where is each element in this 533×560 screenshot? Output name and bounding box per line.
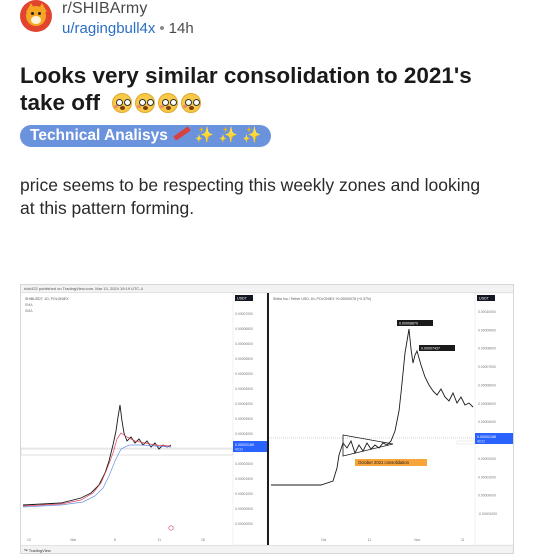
subreddit-avatar[interactable] [20,0,52,32]
left-x-tick: 10 [27,538,31,542]
left-currency-label: USDT [237,297,248,301]
pane-divider [267,293,269,545]
left-axis-tick: 0.00001000 [235,492,253,496]
left-axis-tick: 0.00000000 [235,522,253,526]
right-axis-tick: -0.00001000 [478,512,497,516]
left-axis-tick: 0.00003500 [235,417,253,421]
left-indicator-label: SMA [25,309,33,313]
left-axis-tick: 0.00006000 [235,342,253,346]
left-axis-tick: 0.00005500 [235,357,253,361]
flair-label: Technical Analisys [30,127,168,144]
left-axis-tick: 0.00004500 [235,387,253,391]
right-axis-tick: 0.00004000 [478,420,496,424]
avatar-eye [38,12,41,15]
left-axis-tick: 0.00006500 [235,327,253,331]
right-axis-tick: 0.00008000 [478,347,496,351]
post-body: price seems to be respecting this weekly… [20,175,481,218]
right-axis-tick: 0.00010000 [478,310,496,314]
chart-image[interactable]: ricki422 published on TradingView.com, M… [20,284,514,554]
right-price-tag-value: 0.00002168 [477,435,496,439]
post-title-text: Looks very similar consolidation to 2021… [20,63,472,115]
chart-footer: ⁰⁸ TradingView [21,545,513,553]
avatar-snout [31,16,41,24]
sparkles-icon: ✨ ✨ ✨ [194,127,262,144]
post-title[interactable]: Looks very similar consolidation to 2021… [20,62,515,116]
right-axis-tick: 0.00009000 [478,328,496,332]
flushed-face-icon [181,93,202,113]
right-x-tick: 11 [461,538,465,542]
right-symbol-label: Shiba Inu / Tether USD, 4h, POLONIEX +0.… [273,297,371,301]
left-axis-ticks: 0.00007000 0.00006500 0.00006000 0.00005500… [235,312,253,526]
tradingview-chart: SHIBUSDT, 1D, POLONIEX SMA SMA Shiba Inu… [21,293,513,545]
left-x-tick: 11 [158,538,162,542]
left-axis-tick: 0.00007000 [235,312,253,316]
left-axis-tick: 0.00002000 [235,462,253,466]
left-axis-tick: 0.00005000 [235,372,253,376]
right-axis-tick: 0.00005000 [478,402,496,406]
right-axis-tick: 0.00001000 [478,475,496,479]
peak-price-value: 0.00008870 [399,322,418,326]
post-age: 14h [168,20,194,37]
meta-separator: • [159,20,165,37]
left-axis-tick: 0.00001500 [235,477,253,481]
left-x-tick: 8 [114,538,116,542]
flushed-face-icon [112,93,133,113]
right-axis-tick: 0.00002000 [478,457,496,461]
left-indicator-label: SMA [25,303,33,307]
consolidation-annotation-text: October 2021 consolidation [358,460,410,465]
left-symbol-label: SHIBUSDT, 1D, POLONIEX [25,297,69,301]
tradingview-label: TradingView [28,548,51,553]
post-flair[interactable]: Technical Analisys ✨ ✨ ✨ [20,125,272,147]
right-axis-tick: 0.00006000 [478,383,496,387]
right-pane-bg [269,293,475,545]
flushed-face-icon [135,93,156,113]
author-link[interactable]: u/ragingbull4x [62,20,155,37]
right-axis-tick: 0.00000000 [478,494,496,498]
left-axis-tick: 0.00000500 [235,507,253,511]
flushed-face-icon [158,93,179,113]
chart-published-header: ricki422 published on TradingView.com, M… [21,285,513,293]
tradingview-logo-icon: ⁰⁸ [24,548,28,553]
right-currency-label: USDT [479,297,490,301]
right-x-tick: Nov [414,538,420,542]
right-x-tick: 11 [368,538,372,542]
right-axis-tick: 0.00007000 [478,365,496,369]
left-pane-bg [21,293,233,545]
right-price-tag-time: 40:22 [477,440,485,444]
right-x-tick: Oct [321,538,326,542]
title-emoji-group [106,90,202,115]
support-zone-band [21,448,234,456]
left-x-tick: 18 [201,538,205,542]
left-axis-tick: 0.00003000 [235,432,253,436]
crayon-icon [173,126,191,141]
right-zone-band [456,440,476,445]
left-axis-tick: 0.00004000 [235,402,253,406]
left-price-tag-time: 40:22 [235,448,243,452]
left-x-tick: Mar [71,538,78,542]
second-price-value: 0.00007437 [421,347,440,351]
post-header: r/SHIBArmy u/ragingbull4x • 14h [20,0,520,40]
left-price-tag-value: 0.00002189 [235,443,254,447]
post-meta: u/ragingbull4x • 14h [62,20,194,37]
avatar-eye [31,12,34,15]
subreddit-name[interactable]: r/SHIBArmy [62,0,147,18]
